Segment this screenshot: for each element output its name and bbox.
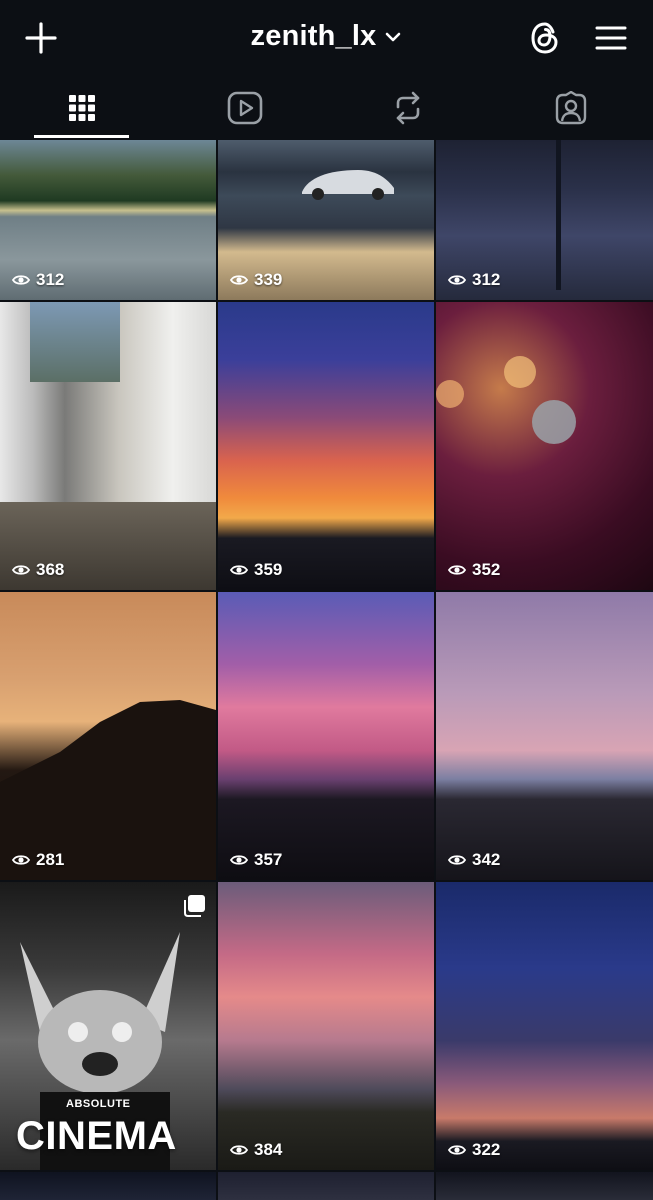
post-thumbnail[interactable]: ABSOLUTE CINEMA bbox=[0, 882, 216, 1170]
multiple-posts-icon bbox=[182, 894, 206, 923]
menu-button[interactable] bbox=[587, 14, 635, 62]
reels-tab[interactable] bbox=[163, 78, 326, 138]
hamburger-menu-icon bbox=[595, 26, 627, 50]
view-count: 342 bbox=[448, 850, 500, 870]
eye-icon bbox=[448, 855, 466, 865]
post-thumbnail[interactable]: 342 bbox=[436, 592, 653, 880]
post-thumbnail[interactable]: 322 bbox=[436, 882, 653, 1170]
view-count: 281 bbox=[12, 850, 64, 870]
post-thumbnail[interactable]: 384 bbox=[218, 882, 434, 1170]
eye-icon bbox=[12, 275, 30, 285]
eye-icon bbox=[230, 565, 248, 575]
grid-tab[interactable] bbox=[0, 78, 163, 138]
post-thumbnail[interactable]: 312 bbox=[436, 140, 653, 300]
threads-icon bbox=[531, 22, 558, 54]
post-thumbnail[interactable]: 359 bbox=[218, 302, 434, 590]
eye-icon bbox=[448, 275, 466, 285]
chevron-down-icon bbox=[386, 32, 401, 41]
post-thumbnail[interactable] bbox=[436, 1172, 653, 1200]
view-count: 312 bbox=[12, 270, 64, 290]
view-count: 312 bbox=[448, 270, 500, 290]
reels-play-icon bbox=[227, 91, 262, 125]
view-count: 352 bbox=[448, 560, 500, 580]
post-thumbnail[interactable]: 368 bbox=[0, 302, 216, 590]
overlay-caption-big: CINEMA bbox=[16, 1114, 177, 1158]
active-tab-indicator bbox=[34, 135, 129, 138]
post-thumbnail[interactable]: 352 bbox=[436, 302, 653, 590]
username: zenith_lx bbox=[250, 20, 377, 52]
tagged-person-icon bbox=[555, 91, 586, 125]
overlay-caption-small: ABSOLUTE bbox=[66, 1098, 131, 1110]
eye-icon bbox=[448, 1145, 466, 1155]
mountain-silhouette-graphic bbox=[0, 700, 216, 880]
eye-icon bbox=[12, 565, 30, 575]
water-drop-graphic bbox=[436, 356, 576, 444]
repost-icon bbox=[396, 91, 419, 125]
post-thumbnail[interactable] bbox=[218, 1172, 434, 1200]
profile-header: zenith_lx bbox=[0, 0, 653, 78]
post-thumbnail[interactable] bbox=[0, 1172, 216, 1200]
view-count: 384 bbox=[230, 1140, 282, 1160]
view-count: 359 bbox=[230, 560, 282, 580]
post-thumbnail[interactable]: 312 bbox=[0, 140, 216, 300]
view-count: 322 bbox=[448, 1140, 500, 1160]
eye-icon bbox=[230, 1145, 248, 1155]
threads-button[interactable] bbox=[521, 14, 569, 62]
mountain-sky bbox=[30, 302, 120, 382]
reposts-tab[interactable] bbox=[326, 78, 489, 138]
profile-tabs bbox=[0, 78, 653, 138]
post-thumbnail[interactable]: 357 bbox=[218, 592, 434, 880]
view-count: 357 bbox=[230, 850, 282, 870]
post-thumbnail[interactable]: 281 bbox=[0, 592, 216, 880]
view-count: 339 bbox=[230, 270, 282, 290]
eye-icon bbox=[230, 855, 248, 865]
eye-icon bbox=[12, 855, 30, 865]
eye-icon bbox=[448, 565, 466, 575]
grid-icon bbox=[68, 95, 95, 121]
post-thumbnail[interactable]: 339 bbox=[218, 140, 434, 300]
eye-icon bbox=[230, 275, 248, 285]
view-count: 368 bbox=[12, 560, 64, 580]
tagged-tab[interactable] bbox=[489, 78, 652, 138]
